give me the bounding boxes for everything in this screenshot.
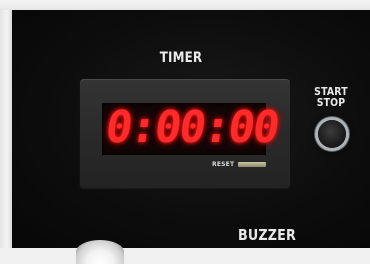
buzzer-label: BUZZER (237, 226, 297, 244)
start-stop-label: START STOP (309, 86, 353, 108)
timer-digits: 0:00:00 (102, 102, 282, 153)
reset-button[interactable] (238, 162, 266, 167)
stop-label: STOP (316, 96, 346, 109)
panel-top-bezel (0, 0, 370, 10)
buzzer-knob-icon[interactable] (76, 240, 124, 264)
reset-label: RESET (212, 161, 235, 168)
start-stop-button[interactable] (318, 120, 346, 148)
panel-left-bezel (0, 0, 12, 248)
timer-label: TIMER (159, 50, 203, 66)
